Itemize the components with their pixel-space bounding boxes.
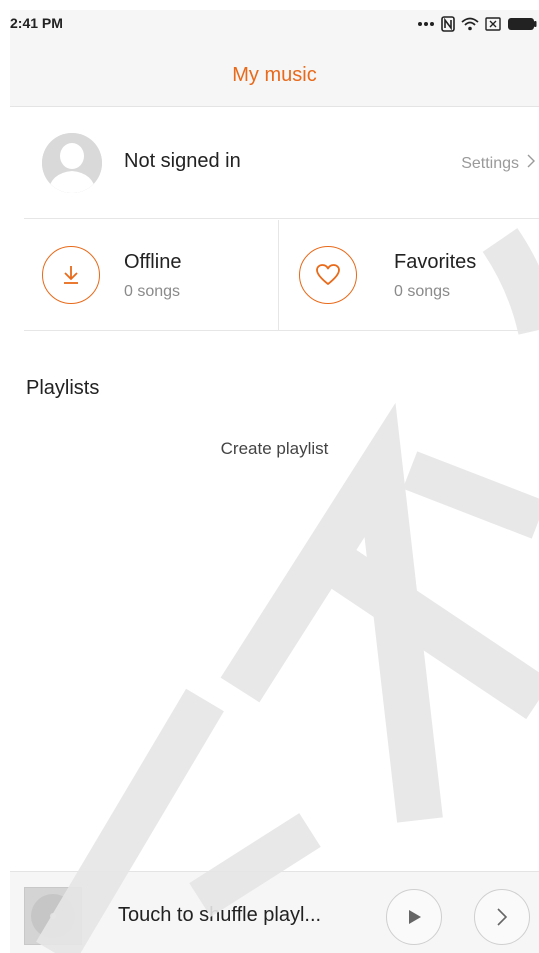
- more-dots-icon: [417, 21, 435, 27]
- status-time: 2:41 PM: [10, 15, 63, 31]
- page-title: My music: [232, 64, 317, 86]
- playlists-heading: Playlists: [26, 377, 100, 399]
- battery-icon: [507, 17, 537, 31]
- app-header: My music: [10, 40, 539, 107]
- settings-label: Settings: [461, 154, 519, 172]
- offline-title: Offline: [124, 251, 182, 273]
- play-icon: [409, 910, 421, 924]
- settings-link[interactable]: Settings: [461, 154, 535, 173]
- offline-card[interactable]: Offline 0 songs: [24, 220, 278, 330]
- profile-row[interactable]: Not signed in Settings: [24, 106, 539, 219]
- play-button[interactable]: [386, 889, 442, 945]
- mini-player[interactable]: Touch to shuffle playl...: [10, 871, 539, 953]
- album-art[interactable]: [24, 887, 82, 945]
- chevron-right-icon: [527, 154, 535, 173]
- wifi-icon: [461, 17, 479, 31]
- profile-name: Not signed in: [124, 150, 241, 172]
- app-screen: 2:41 PM My music Not signed in Settings …: [10, 10, 539, 953]
- library-cards: Offline 0 songs Favorites 0 songs: [24, 220, 532, 331]
- create-playlist-button[interactable]: Create playlist: [10, 439, 539, 459]
- chevron-right-icon: [497, 908, 508, 926]
- favorites-card[interactable]: Favorites 0 songs: [279, 220, 533, 330]
- no-sim-icon: [485, 17, 501, 31]
- status-bar: 2:41 PM: [10, 10, 539, 40]
- status-icons: [417, 16, 537, 32]
- heart-icon: [299, 246, 357, 304]
- disc-icon: [31, 894, 75, 938]
- next-button[interactable]: [474, 889, 530, 945]
- user-silhouette-icon: [42, 133, 102, 193]
- avatar[interactable]: [42, 133, 102, 193]
- favorites-title: Favorites: [394, 251, 477, 273]
- player-track-text: Touch to shuffle playl...: [118, 904, 322, 926]
- favorites-count: 0 songs: [394, 283, 451, 300]
- nfc-icon: [441, 16, 455, 32]
- download-icon: [42, 246, 100, 304]
- offline-count: 0 songs: [124, 283, 181, 300]
